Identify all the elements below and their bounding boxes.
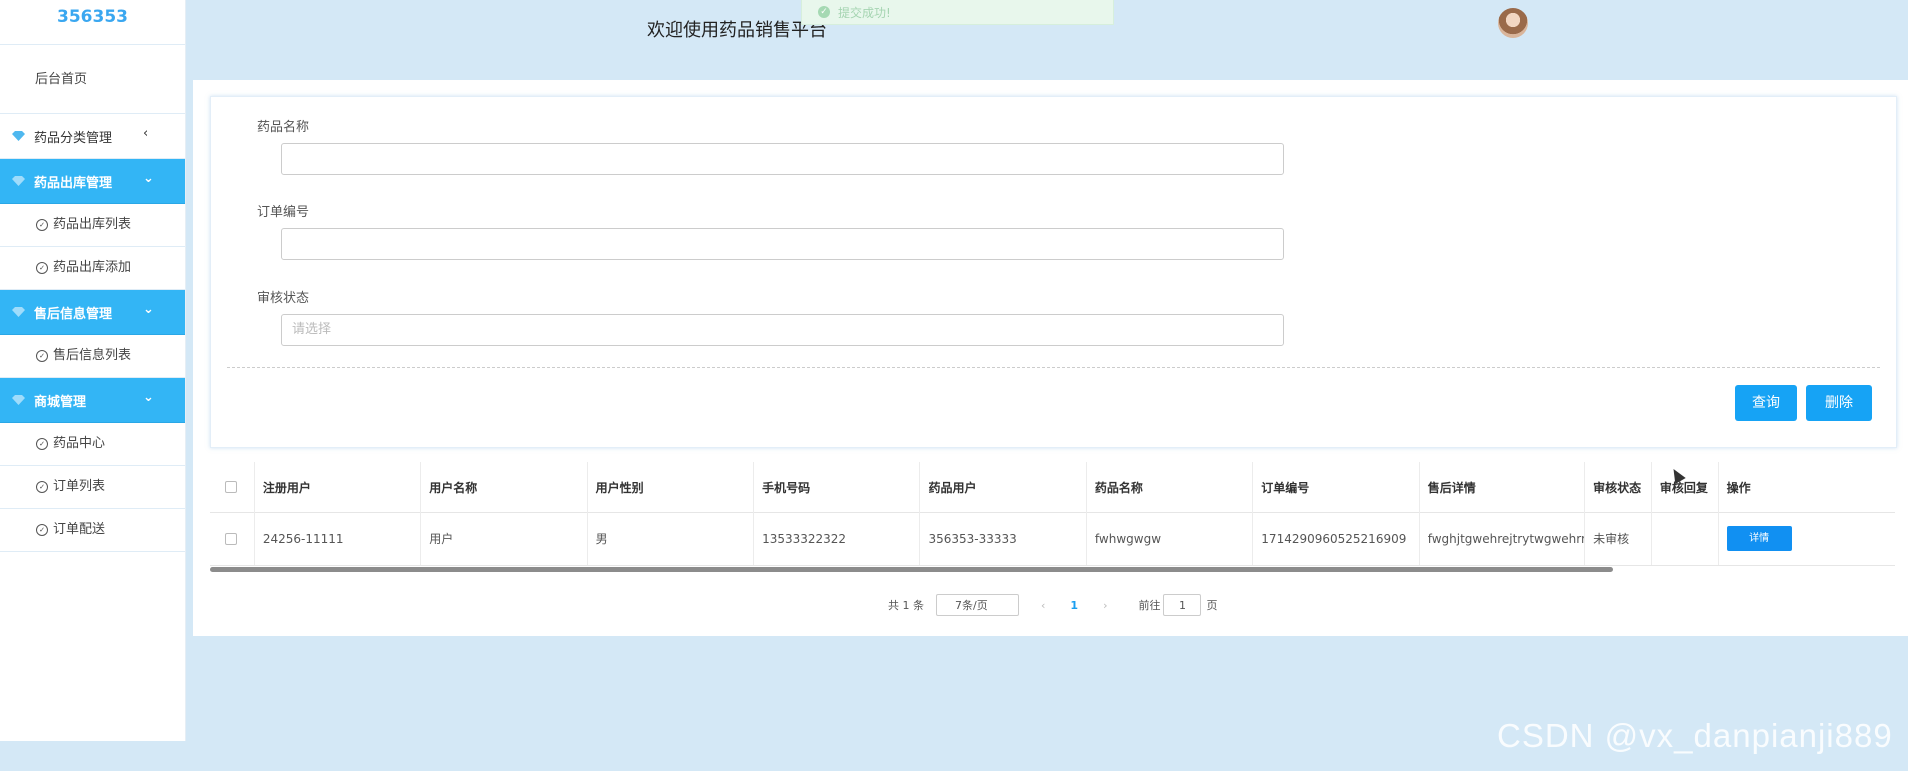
sidebar-item-label: 药品出库列表	[53, 217, 132, 232]
order-number-input[interactable]	[281, 228, 1284, 260]
select-all-cell	[210, 462, 255, 512]
page-number[interactable]: 1	[1070, 599, 1078, 612]
prev-page-icon[interactable]: ‹	[1041, 599, 1045, 612]
sidebar-group-label: 售后信息管理	[34, 306, 113, 322]
column-header: 售后详情	[1420, 462, 1586, 512]
column-header: 药品名称	[1087, 462, 1254, 512]
diamond-icon	[12, 307, 25, 317]
column-header: 操作	[1726, 480, 1751, 495]
table-cell: fwghjtgwehrejtrytwgwehrrt	[1420, 512, 1586, 565]
toast-message: 提交成功!	[838, 5, 891, 20]
review-status-label: 审核状态	[257, 291, 310, 306]
column-header: 用户名称	[421, 462, 588, 512]
sidebar-group-label: 商城管理	[34, 394, 87, 410]
table-cell: 24256-11111	[255, 512, 422, 565]
divider	[227, 367, 1880, 368]
column-header: 审核状态	[1585, 462, 1652, 512]
column-header: 注册用户	[255, 462, 422, 512]
goto-page-input[interactable]: 1	[1163, 594, 1202, 616]
success-check-icon: ✓	[818, 6, 830, 18]
sidebar-item-label: 订单列表	[53, 479, 106, 494]
action-cell: 详情	[1719, 512, 1895, 565]
logo: 356353	[0, 0, 185, 45]
table-header-row: 注册用户 用户名称 用户性别 手机号码 药品用户 药品名称 订单编号 售后详情 …	[210, 462, 1895, 513]
sidebar-group-label: 药品出库管理	[34, 175, 113, 191]
search-form: 药品名称 订单编号 审核状态 请选择 查询 删除	[210, 96, 1897, 448]
page-title: 欢迎使用药品销售平台	[647, 20, 827, 41]
sidebar-item-label: 售后信息列表	[53, 348, 132, 363]
check-circle-icon: ✓	[36, 524, 48, 536]
data-table: 注册用户 用户名称 用户性别 手机号码 药品用户 药品名称 订单编号 售后详情 …	[210, 462, 1895, 573]
pagination-total: 共 1 条	[888, 599, 924, 612]
sidebar-item-home[interactable]: 后台首页	[0, 45, 185, 114]
chevron-down-icon: ⌄	[143, 390, 154, 405]
drug-name-input[interactable]	[281, 143, 1284, 175]
check-circle-icon: ✓	[36, 219, 48, 231]
sidebar-group-category[interactable]: 药品分类管理 ‹	[0, 114, 185, 159]
sidebar-item-label: 药品出库添加	[53, 260, 132, 275]
sidebar-group-aftersale[interactable]: 售后信息管理 ⌄	[0, 290, 185, 335]
row-select-cell	[210, 512, 255, 565]
success-toast: ✓ 提交成功!	[801, 0, 1114, 25]
detail-button[interactable]: 详情	[1726, 526, 1792, 551]
check-circle-icon: ✓	[36, 481, 48, 493]
sidebar-item-aftersale-list[interactable]: ✓ 售后信息列表	[0, 335, 185, 378]
table-cell	[1652, 512, 1719, 565]
select-all-checkbox[interactable]	[225, 481, 237, 493]
drug-name-label: 药品名称	[257, 120, 310, 135]
sidebar-group-mall[interactable]: 商城管理 ⌄	[0, 378, 185, 423]
horizontal-scrollbar[interactable]	[210, 567, 1613, 572]
watermark: CSDN @vx_danpianji889	[1497, 717, 1893, 754]
diamond-icon	[12, 131, 25, 141]
sidebar-item-order-list[interactable]: ✓ 订单列表	[0, 466, 185, 509]
check-circle-icon: ✓	[36, 350, 48, 362]
goto-prefix: 前往	[1138, 599, 1161, 612]
table-cell: 男	[588, 512, 755, 565]
sidebar-group-label: 药品分类管理	[34, 130, 113, 146]
pagination: 共 1 条 7条/页 ‹ 1 › 前往 1 页	[888, 594, 1217, 616]
order-number-label: 订单编号	[257, 205, 310, 220]
chevron-down-icon: ⌄	[143, 171, 154, 186]
table-row: 24256-11111 用户 男 13533322322 356353-3333…	[210, 512, 1895, 566]
table-cell: 1714290960525216909	[1253, 512, 1420, 565]
sidebar-item-outbound-add[interactable]: ✓ 药品出库添加	[0, 247, 185, 290]
table-cell: 未审核	[1585, 512, 1652, 565]
sidebar-item-drug-center[interactable]: ✓ 药品中心	[0, 423, 185, 466]
sidebar-item-label: 药品中心	[53, 436, 106, 451]
table-cell: 用户	[421, 512, 588, 565]
check-circle-icon: ✓	[36, 262, 48, 274]
diamond-icon	[12, 176, 25, 186]
row-checkbox[interactable]	[225, 532, 237, 545]
query-button[interactable]: 查询	[1735, 385, 1797, 421]
sidebar-item-label: 订单配送	[53, 522, 106, 537]
diamond-icon	[12, 395, 25, 405]
goto-suffix: 页	[1206, 599, 1218, 612]
sidebar-group-outbound[interactable]: 药品出库管理 ⌄	[0, 159, 185, 204]
column-header: 审核回复	[1652, 462, 1719, 512]
main-content: 药品名称 订单编号 审核状态 请选择 查询 删除 注册用户 用户名称 用户性别 …	[193, 80, 1908, 636]
chevron-down-icon: ⌄	[143, 302, 154, 317]
column-header: 用户性别	[588, 462, 755, 512]
delete-button[interactable]: 删除	[1806, 385, 1872, 421]
column-header: 手机号码	[754, 462, 921, 512]
chevron-left-icon: ‹	[143, 126, 149, 141]
check-circle-icon: ✓	[36, 438, 48, 450]
review-status-select[interactable]: 请选择	[281, 314, 1284, 346]
column-header: 药品用户	[920, 462, 1087, 512]
sidebar: 356353 后台首页 药品分类管理 ‹ 药品出库管理 ⌄ ✓ 药品出库列表 ✓ 药…	[0, 0, 186, 741]
page-size-select[interactable]: 7条/页	[936, 594, 1019, 616]
sidebar-item-order-delivery[interactable]: ✓ 订单配送	[0, 509, 185, 552]
table-cell: 13533322322	[754, 512, 921, 565]
sidebar-item-outbound-list[interactable]: ✓ 药品出库列表	[0, 204, 185, 247]
table-cell: 356353-33333	[920, 512, 1087, 565]
column-header: 订单编号	[1253, 462, 1420, 512]
avatar[interactable]	[1498, 8, 1528, 38]
table-cell: fwhwgwgw	[1087, 512, 1254, 565]
next-page-icon[interactable]: ›	[1103, 599, 1107, 612]
